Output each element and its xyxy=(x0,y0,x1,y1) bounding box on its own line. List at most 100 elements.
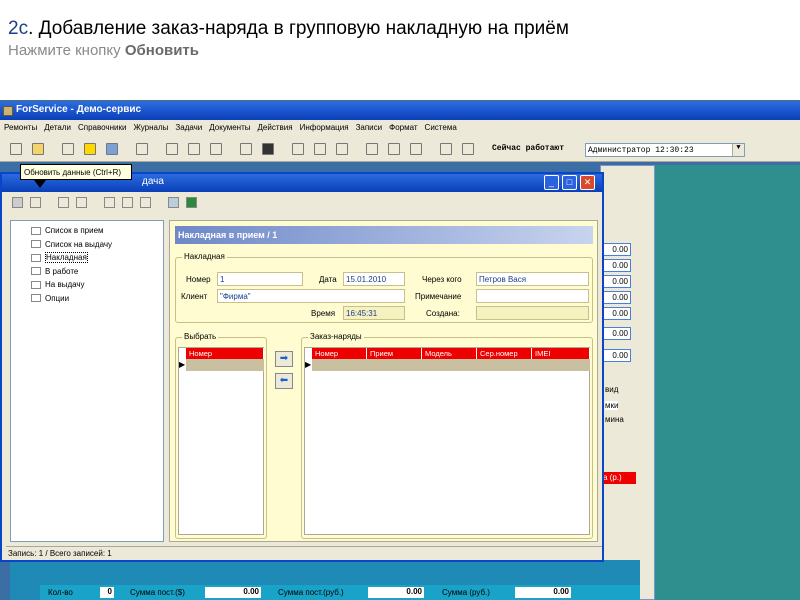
note-field[interactable] xyxy=(476,289,589,303)
via-field[interactable]: Петров Вася xyxy=(476,272,589,286)
bg-red-header: а (р.) xyxy=(600,472,636,484)
menu-item[interactable]: Информация xyxy=(300,123,349,136)
zoom-icon[interactable] xyxy=(30,197,41,208)
cut-icon[interactable] xyxy=(166,143,178,155)
close-icon[interactable]: ✕ xyxy=(580,175,595,190)
subtitle-text: Нажмите кнопку xyxy=(8,42,125,59)
tree-item[interactable]: Накладная xyxy=(31,251,163,265)
hand-icon[interactable] xyxy=(336,143,348,155)
maximize-icon[interactable]: □ xyxy=(562,175,577,190)
orders-col-header[interactable]: IMEI xyxy=(532,348,590,359)
row-pointer-icon: ▶ xyxy=(179,360,186,369)
menu-item[interactable]: Журналы xyxy=(133,123,168,136)
chevron-down-icon[interactable]: ▼ xyxy=(732,144,744,156)
select-row[interactable] xyxy=(186,359,264,371)
calc-icon[interactable] xyxy=(136,143,148,155)
group-title: Накладная xyxy=(182,252,227,261)
new-icon[interactable] xyxy=(10,143,22,155)
bg-value-cell: 0.00 xyxy=(603,243,631,256)
user-combo[interactable]: Администратор 12:30:23 ▼ xyxy=(585,143,745,157)
paste-icon[interactable] xyxy=(210,143,222,155)
orders-col-header[interactable]: Номер xyxy=(312,348,367,359)
bg-value-cell: 0.00 xyxy=(603,307,631,320)
list-icon[interactable] xyxy=(462,143,474,155)
bg-text: мки xyxy=(605,401,619,410)
copy-icon[interactable] xyxy=(188,143,200,155)
mail-icon[interactable] xyxy=(366,143,378,155)
binoculars-icon[interactable] xyxy=(262,143,274,155)
note-label: Примечание xyxy=(415,292,462,301)
now-working-label: Сейчас работают xyxy=(492,144,565,153)
delete-icon[interactable] xyxy=(140,197,151,208)
orders-col-header[interactable]: Прием xyxy=(367,348,422,359)
sum-label: Сумма (руб.) xyxy=(442,588,490,597)
menu-item[interactable]: Детали xyxy=(44,123,71,136)
excel-icon[interactable] xyxy=(186,197,197,208)
sum-usd-label: Сумма пост.($) xyxy=(130,588,185,597)
menu-item[interactable]: Формат xyxy=(389,123,417,136)
client-field[interactable]: "Фирма" xyxy=(217,289,405,303)
date-field[interactable]: 15.01.2010 xyxy=(343,272,405,286)
tree-item[interactable]: Список на выдачу xyxy=(31,238,163,252)
menu-item[interactable]: Ремонты xyxy=(4,123,37,136)
qty-value: 0 xyxy=(100,587,114,598)
page-icon[interactable] xyxy=(104,197,115,208)
subtitle-bold: Обновить xyxy=(124,42,199,59)
menu-item[interactable]: Записи xyxy=(356,123,383,136)
created-label: Создана: xyxy=(426,309,460,318)
bg-text: мина xyxy=(605,415,624,424)
app-screenshot: ForService - Демо-сервис Ремонты Детали Сп… xyxy=(0,100,800,600)
qty-label: Кол-во xyxy=(48,588,73,597)
print-icon[interactable] xyxy=(168,197,179,208)
menu-item[interactable]: Действия xyxy=(258,123,293,136)
open-icon[interactable] xyxy=(32,143,44,155)
sum-rub-label: Сумма пост.(руб.) xyxy=(278,588,344,597)
number-label: Номер xyxy=(186,275,211,284)
invoice-content: Накладная в прием / 1 Накладная Номер 1 … xyxy=(169,220,598,542)
minimize-icon[interactable]: _ xyxy=(544,175,559,190)
sort-icon[interactable] xyxy=(440,143,452,155)
tree-item[interactable]: Список в прием xyxy=(31,224,163,238)
bg-value-cell: 0.00 xyxy=(603,349,631,362)
orders-col-header[interactable]: Сер.номер xyxy=(477,348,532,359)
preview-icon[interactable] xyxy=(240,143,252,155)
select-grid[interactable] xyxy=(178,347,264,535)
save-icon[interactable] xyxy=(58,197,69,208)
warning-icon[interactable] xyxy=(84,143,96,155)
tree-item[interactable]: В работе xyxy=(31,265,163,279)
invoice-header: Накладная в прием / 1 xyxy=(175,226,593,244)
tree-item-label: На выдачу xyxy=(45,280,85,290)
arrow-right-button[interactable]: ➡ xyxy=(275,351,293,367)
menu-item[interactable]: Задачи xyxy=(175,123,202,136)
report-icon[interactable] xyxy=(292,143,304,155)
orders-row[interactable] xyxy=(312,359,590,371)
app-title: ForService - Демо-сервис xyxy=(16,104,142,115)
person-icon[interactable] xyxy=(410,143,422,155)
arrow-left-button[interactable]: ⬅ xyxy=(275,373,293,389)
menu-item[interactable]: Документы xyxy=(209,123,250,136)
menu-item[interactable]: Система xyxy=(425,123,457,136)
tools-icon[interactable] xyxy=(62,143,74,155)
tree-item-label: Список в прием xyxy=(45,226,104,236)
doc-icon xyxy=(31,253,41,262)
fit-icon[interactable] xyxy=(76,197,87,208)
orders-grid[interactable] xyxy=(304,347,590,535)
slide-title: 2с. Добавление заказ-наряда в групповую … xyxy=(8,18,569,40)
bg-value-cell: 0.00 xyxy=(603,275,631,288)
edit-icon[interactable] xyxy=(314,143,326,155)
pin-icon[interactable] xyxy=(388,143,400,155)
select-col-header[interactable]: Номер xyxy=(186,348,264,359)
cart-icon[interactable] xyxy=(106,143,118,155)
folder-icon xyxy=(31,226,41,235)
export-icon[interactable] xyxy=(122,197,133,208)
slide-title-text: . Добавление заказ-наряда в групповую на… xyxy=(28,18,569,39)
tree-item[interactable]: Опции xyxy=(31,292,163,306)
window-title: дача xyxy=(142,176,164,187)
tree-item[interactable]: На выдачу xyxy=(31,278,163,292)
tooltip-pointer xyxy=(34,180,46,188)
doc-icon xyxy=(31,267,41,276)
number-field[interactable]: 1 xyxy=(217,272,303,286)
menu-item[interactable]: Справочники xyxy=(78,123,126,136)
refresh-icon[interactable] xyxy=(12,197,23,208)
orders-col-header[interactable]: Модель xyxy=(422,348,477,359)
